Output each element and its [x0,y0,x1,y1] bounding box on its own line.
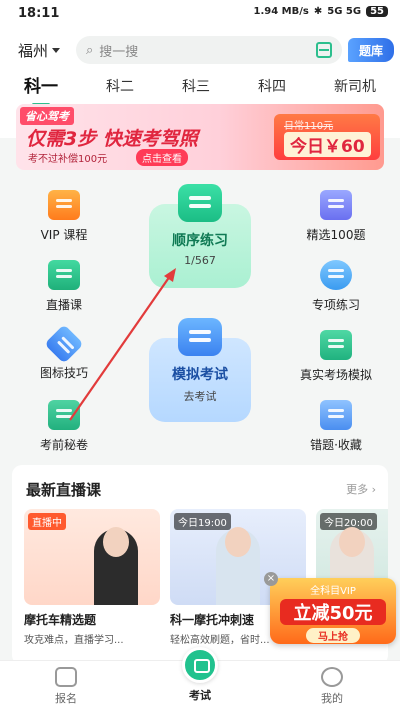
wrong-collection-label: 错题·收藏 [310,438,362,452]
sequential-practice-title: 顺序练习 [172,233,228,249]
host-image [94,527,138,605]
wrong-icon [320,400,352,430]
scan-icon[interactable] [316,42,332,58]
vip-course-label: VIP 课程 [40,228,88,242]
tab-new-driver[interactable]: 新司机 [334,72,376,102]
tab-ke3[interactable]: 科三 [182,72,210,102]
banner-cta-button[interactable]: 点击查看 [136,149,188,166]
search-input[interactable]: ⌕ 搜一搜 [76,36,342,64]
search-icon: ⌕ [86,42,94,58]
video-icon [48,260,80,290]
banner-sub: 考不过补偿100元 [28,154,108,165]
promo-banner[interactable]: 省心驾考 仅需3步 快速考驾照 考不过补偿100元 点击查看 日常110元 今日… [16,104,384,170]
live-section-title: 最新直播课 [26,481,102,499]
search-placeholder: 搜一搜 [99,44,139,60]
bluetooth-icon: ✱ [313,6,323,17]
bottom-nav: 报名 考试 我的 [0,647,400,711]
caret-down-icon [52,48,61,53]
target-icon [320,260,352,290]
live-badge: 直播中 [28,513,66,530]
banner-price-card: 日常110元 今日￥60 [274,114,380,160]
host-image [216,527,260,605]
exam-icon [178,318,222,356]
banner-headline: 仅需3步 快速考驾照 [26,128,198,150]
special-practice-label: 专项练习 [311,298,360,312]
live-thumb: 直播中 [24,509,160,605]
tiku-button[interactable]: 题库 [348,38,394,62]
mock-exam-card[interactable]: 模拟考试 去考试 [149,318,251,422]
nav-profile[interactable]: 我的 [302,667,362,706]
signup-icon [55,667,77,687]
special-practice-item[interactable]: 专项练习 [288,260,384,313]
sequential-practice-card[interactable]: 顺序练习 1/567 [149,184,251,288]
icon-tips-label: 图标技巧 [39,366,88,380]
mock-exam-title: 模拟考试 [172,367,228,383]
net-speed: 1.94 MB/s [253,6,309,17]
live-card[interactable]: 直播中 摩托车精选题 攻克难点，直播学习... [24,509,160,659]
status-bar: 18:11 1.94 MB/s ✱ 5G 5G 55 [0,0,400,28]
secret-paper-item[interactable]: 考前秘卷 [16,400,112,453]
city-selector[interactable]: 福州 [18,40,61,61]
nav-signup-label: 报名 [55,692,77,705]
vip-float-line1: 全科目VIP [310,586,356,597]
tab-ke2[interactable]: 科二 [106,72,134,102]
vip-float-discount: 立减50元 [280,599,386,625]
select-100-item[interactable]: 精选100题 [288,190,384,243]
battery-icon: 55 [366,6,388,17]
status-time: 18:11 [18,6,60,21]
live-course-label: 直播课 [45,298,82,312]
live-course-item[interactable]: 直播课 [16,260,112,313]
nav-exam[interactable]: 考试 [170,647,230,703]
practice-icon [178,184,222,222]
tab-ke1[interactable]: 科一 [24,72,58,106]
profile-icon [321,667,343,687]
sign-icon [44,324,84,364]
nav-profile-label: 我的 [321,692,343,705]
nav-exam-label: 考试 [189,689,211,702]
close-icon[interactable]: × [264,572,278,586]
vip-course-item[interactable]: VIP 课程 [16,190,112,243]
banner-old-price: 日常110元 [284,121,334,132]
live-card-sub: 攻克难点，直播学习... [24,635,124,646]
vip-icon [48,190,80,220]
real-exam-item[interactable]: 真实考场模拟 [288,330,384,383]
mock-exam-sub: 去考试 [183,390,217,403]
subject-tabs: 科一 科二 科三 科四 新司机 [0,72,400,106]
vip-promo-float[interactable]: 全科目VIP 立减50元 马上抢 [270,578,396,644]
nav-signup[interactable]: 报名 [36,667,96,706]
real-exam-label: 真实考场模拟 [299,368,372,382]
live-more-link[interactable]: 更多 › [346,481,376,497]
secret-paper-label: 考前秘卷 [39,438,88,452]
signal-icon: 5G 5G [327,6,362,17]
exam-nav-icon [182,647,218,683]
vip-float-cta[interactable]: 马上抢 [306,628,360,643]
screen-icon [320,330,352,360]
banner-tag: 省心驾考 [20,107,74,125]
star-icon [320,190,352,220]
banner-today-price: 今日￥60 [284,132,371,157]
sequential-progress: 1/567 [184,254,216,267]
select-100-label: 精选100题 [306,228,366,242]
book-icon [48,400,80,430]
wrong-collection-item[interactable]: 错题·收藏 [288,400,384,453]
city-label: 福州 [18,42,49,60]
tab-ke4[interactable]: 科四 [258,72,286,102]
status-icons: 1.94 MB/s ✱ 5G 5G 55 [254,6,388,17]
live-card-title: 摩托车精选题 [24,613,97,627]
live-badge: 今日19:00 [174,513,231,530]
icon-tips-item[interactable]: 图标技巧 [16,324,112,381]
